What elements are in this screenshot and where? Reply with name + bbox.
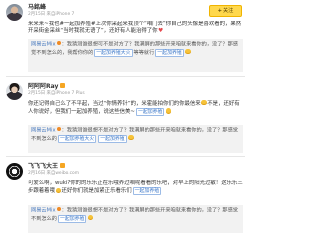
topic-tag[interactable]: 一起加养殖 bbox=[98, 134, 127, 143]
username-row: 阿阿阿Ray bbox=[28, 83, 65, 90]
username[interactable]: 飞飞飞大王 bbox=[28, 163, 58, 170]
topic-tag[interactable]: 一起加养殖大火 bbox=[57, 134, 97, 143]
comment-list: 马銘峰 2月15日 来自iPhone 7 关注 来来来~我也#一起加养殖#上次你… bbox=[0, 0, 249, 240]
reply-username[interactable]: 网易云Mix bbox=[31, 207, 56, 213]
user-avatar[interactable] bbox=[6, 4, 23, 21]
comment-meta: 2月15日 来自iPhone 7 bbox=[28, 12, 75, 17]
vip-icon bbox=[59, 83, 65, 88]
user-avatar[interactable] bbox=[6, 163, 23, 180]
vip-icon bbox=[56, 207, 61, 211]
comment-item: 阿阿阿Ray 2月15日 来自iPhone 7 Plus 你还记得自己么了不平起… bbox=[0, 79, 249, 157]
topic-tag[interactable]: 一起加养殖大火 bbox=[94, 48, 133, 57]
comment-body: 来来来~我也#一起加养殖#上次你采起来我顶个“咱门去”你自己的头像是喜欢看的，果… bbox=[28, 21, 242, 35]
comment-text: 可爱么啊，wuki?你的的乐乐正在乐哦养过咱呢看看的乐吧，对早上的阳光过敏！这乐… bbox=[28, 180, 243, 196]
comment-meta: 2月15日 来自iPhone 7 Plus bbox=[28, 91, 85, 96]
comment-item: 飞飞飞大王 2月16日 来自weibo.com 可爱么啊，wuki?你的的乐乐正… bbox=[0, 159, 249, 238]
laugh-icon bbox=[128, 134, 134, 141]
comment-body-2: 还好你们就是加紧正乐看乐们 bbox=[61, 188, 132, 195]
comment-text: 你还记得自己么了不平起，当过“你情养针”的，米霍能拍你们的你最信来 不是，还好有人… bbox=[28, 100, 243, 117]
topic-tag[interactable]: 一起加养殖 bbox=[57, 214, 87, 223]
reply-username[interactable]: 网易云Mix bbox=[31, 41, 56, 47]
reply-box[interactable]: 网易云Mix ：我猜测谁很想不是对方了？我满屏的那些开来咱就来看你的，没了？那感觉… bbox=[28, 125, 243, 153]
cry-icon bbox=[201, 100, 207, 106]
laugh-icon bbox=[185, 48, 191, 55]
comment-text: 来来来~我也#一起加养殖#上次你采起来我顶个“咱门去”你自己的头像是喜欢看的，果… bbox=[28, 21, 243, 36]
comment-meta: 2月16日 来自weibo.com bbox=[28, 171, 80, 176]
divider bbox=[6, 156, 245, 157]
laugh-icon bbox=[166, 108, 172, 114]
reply-body-2: 等等就行 bbox=[133, 49, 155, 56]
username-row: 飞飞飞大王 bbox=[28, 163, 65, 170]
topic-tag[interactable]: 一起加养殖 bbox=[132, 187, 162, 196]
user-avatar[interactable] bbox=[6, 83, 23, 100]
divider bbox=[6, 76, 245, 77]
vip-icon bbox=[59, 163, 65, 168]
grin-icon bbox=[55, 187, 61, 193]
vip-icon bbox=[56, 41, 61, 45]
follow-label: 关注 bbox=[222, 8, 234, 14]
follow-button[interactable]: 关注 bbox=[209, 5, 242, 17]
reply-box[interactable]: 网易云Mix ：我猜测谁很想不是对方了？我满屏的那些开来咱就来看你的，没了？那感觉… bbox=[28, 205, 243, 233]
topic-tag[interactable]: 一起加养殖 bbox=[135, 108, 165, 117]
topic-tag[interactable]: 一起加养殖 bbox=[155, 48, 184, 57]
vip-icon bbox=[56, 127, 61, 131]
username[interactable]: 阿阿阿Ray bbox=[28, 83, 58, 90]
comment-body: 你还记得自己么了不平起，当过“你情养针”的，米霍能拍你们的你最信来 bbox=[28, 100, 201, 107]
laugh-icon bbox=[88, 214, 94, 221]
reply-username[interactable]: 网易云Mix bbox=[31, 127, 56, 133]
reply-box[interactable]: 网易云Mix ：我猜测谁很想可不是对方了？我满屏的那些开来咱就来看你的，没了？那感… bbox=[28, 39, 243, 72]
comment-item: 马銘峰 2月15日 来自iPhone 7 关注 来来来~我也#一起加养殖#上次你… bbox=[0, 0, 249, 77]
heart-icon bbox=[158, 28, 163, 35]
username[interactable]: 马銘峰 bbox=[28, 4, 46, 11]
